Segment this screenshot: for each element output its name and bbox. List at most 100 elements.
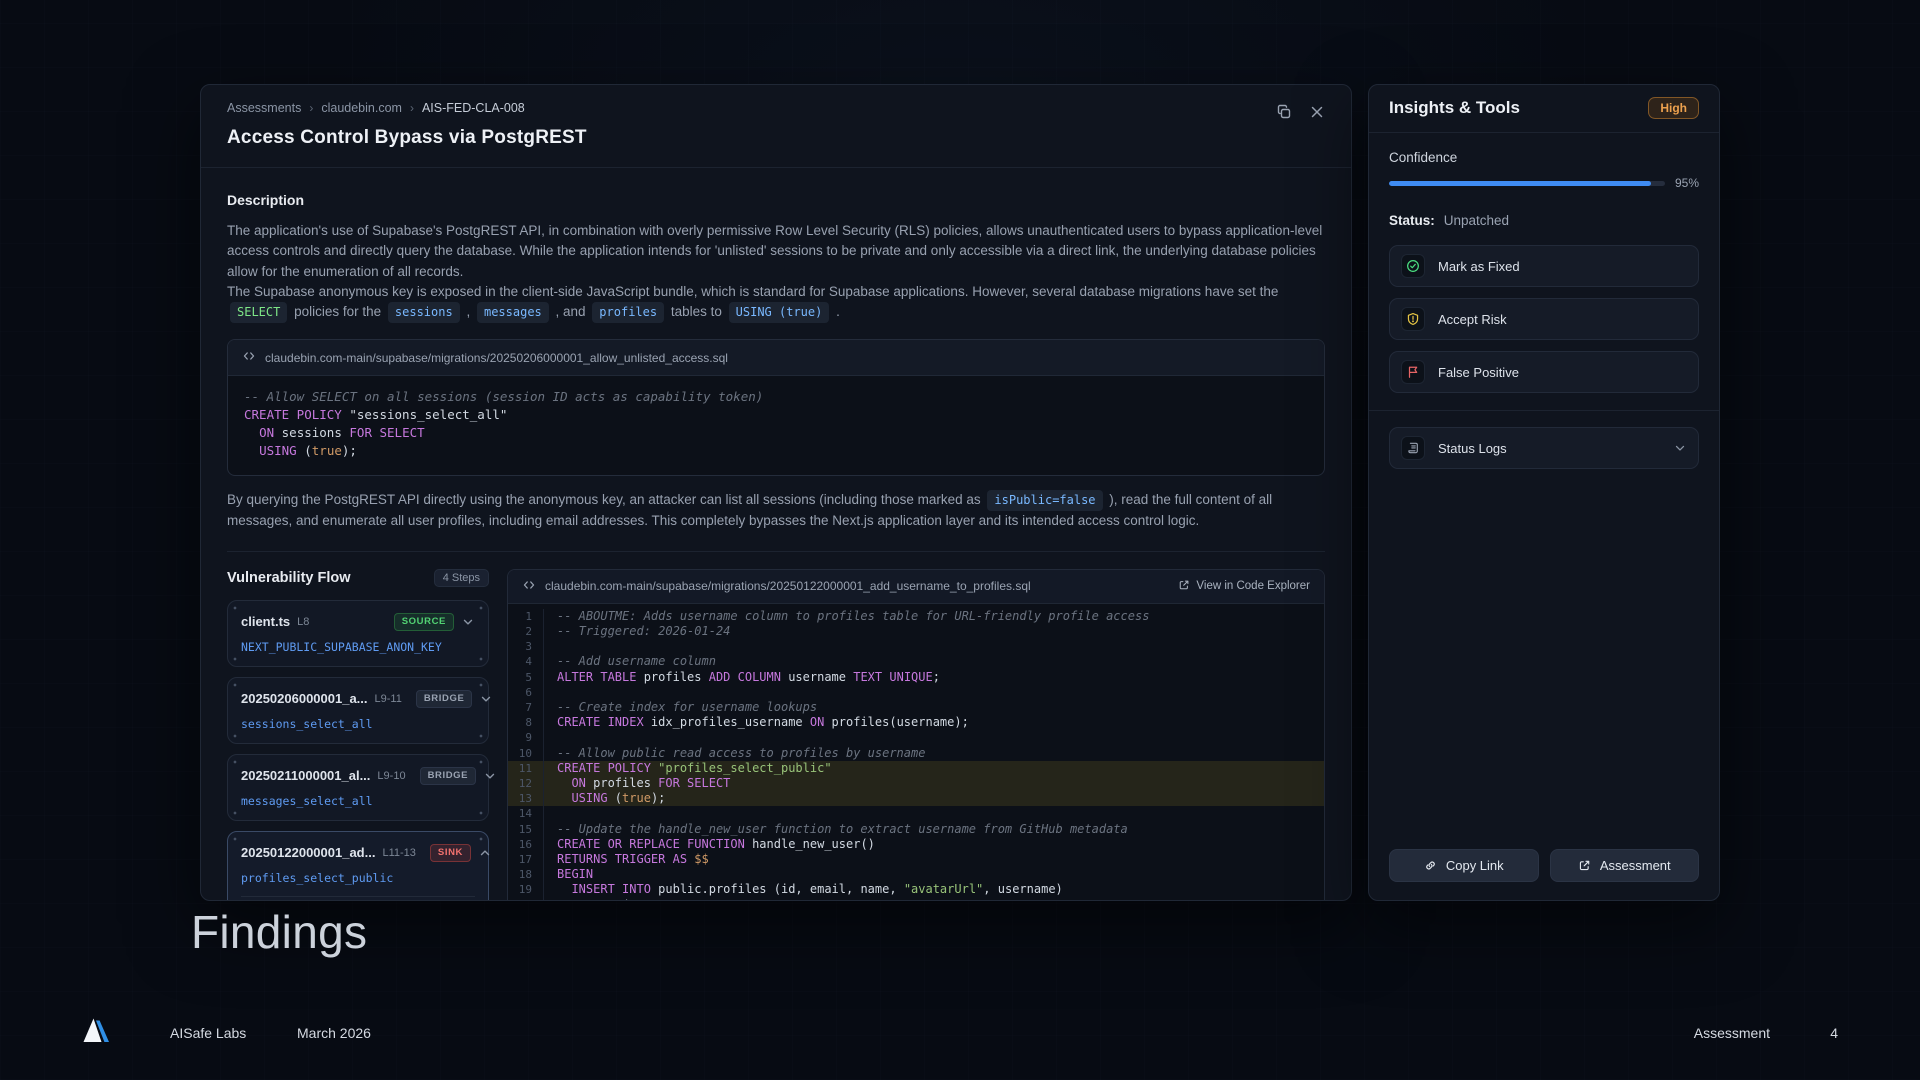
code-text: CREATE POLICY "profiles_select_public" bbox=[557, 761, 1324, 776]
code-text bbox=[557, 639, 1324, 654]
flow-step-identifier: sessions_select_all bbox=[241, 717, 475, 731]
flow-step-identifier: messages_select_all bbox=[241, 794, 475, 808]
breadcrumb-item-project[interactable]: claudebin.com bbox=[321, 101, 402, 115]
code-line: ON sessions FOR SELECT bbox=[244, 424, 1308, 442]
breadcrumb-separator: › bbox=[309, 101, 313, 115]
flow-step-card[interactable]: 20250122000001_ad...L11-13SINK profiles_s… bbox=[227, 831, 489, 900]
shield-alert-icon bbox=[1401, 307, 1425, 331]
code-text: BEGIN bbox=[557, 867, 1324, 882]
flow-step-file: 20250206000001_a... bbox=[241, 691, 368, 706]
code-text: CREATE INDEX idx_profiles_username ON pr… bbox=[557, 715, 1324, 730]
flow-step-card[interactable]: 20250206000001_a...L9-11BRIDGEsessions_s… bbox=[227, 677, 489, 744]
status-actions: Mark as Fixed Accept Risk False Positive bbox=[1389, 245, 1699, 393]
description-paragraph: By querying the PostgREST API directly u… bbox=[227, 490, 1325, 531]
code-text: USING (true); bbox=[557, 791, 1324, 806]
flow-step-line-ref: L9-10 bbox=[377, 770, 405, 782]
code-line: 14 bbox=[508, 806, 1324, 821]
chevron-up-icon[interactable] bbox=[478, 846, 492, 860]
flow-step-identifier: profiles_select_public bbox=[241, 871, 475, 885]
code-line: 19 INSERT INTO public.profiles (id, emai… bbox=[508, 882, 1324, 897]
code-line: 6 bbox=[508, 685, 1324, 700]
code-text: -- ABOUTME: Adds username column to prof… bbox=[557, 609, 1324, 624]
false-positive-button[interactable]: False Positive bbox=[1389, 351, 1699, 393]
view-in-code-explorer-link[interactable]: View in Code Explorer bbox=[1178, 579, 1310, 594]
assessment-button[interactable]: Assessment bbox=[1550, 849, 1700, 882]
code-file-path: claudebin.com-main/supabase/migrations/2… bbox=[545, 579, 1031, 593]
chevron-down-icon[interactable] bbox=[483, 769, 497, 783]
code-text: ON sessions FOR SELECT bbox=[244, 425, 425, 440]
vulnerability-flow-heading: Vulnerability Flow bbox=[227, 570, 351, 586]
footer-doc-type: Assessment bbox=[1694, 1025, 1770, 1041]
status-logs-label: Status Logs bbox=[1438, 441, 1507, 456]
text-segment: , and bbox=[552, 304, 590, 319]
code-text: -- Create index for username lookups bbox=[557, 700, 1324, 715]
finding-title: Access Control Bypass via PostgREST bbox=[227, 127, 587, 149]
assessment-label: Assessment bbox=[1600, 858, 1671, 873]
flow-step-card[interactable]: client.tsL8SOURCENEXT_PUBLIC_SUPABASE_AN… bbox=[227, 600, 489, 667]
chevron-down-icon[interactable] bbox=[461, 615, 475, 629]
copy-link-button[interactable]: Copy Link bbox=[1389, 849, 1539, 882]
confidence-value: 95% bbox=[1675, 176, 1699, 190]
code-line: 15-- Update the handle_new_user function… bbox=[508, 822, 1324, 837]
code-line: -- Allow SELECT on all sessions (session… bbox=[244, 388, 1308, 406]
line-number: 14 bbox=[508, 806, 544, 821]
line-number: 12 bbox=[508, 776, 544, 791]
line-number: 5 bbox=[508, 670, 544, 685]
inline-code-chip: sessions bbox=[388, 302, 460, 323]
description-paragraph: The application's use of Supabase's Post… bbox=[227, 221, 1325, 282]
external-link-icon bbox=[1178, 579, 1190, 594]
line-number: 7 bbox=[508, 700, 544, 715]
accept-risk-button[interactable]: Accept Risk bbox=[1389, 298, 1699, 340]
line-number: 3 bbox=[508, 639, 544, 654]
inline-code-chip: USING (true) bbox=[729, 302, 830, 323]
code-text: CREATE POLICY "sessions_select_all" bbox=[244, 407, 507, 422]
line-number: 6 bbox=[508, 685, 544, 700]
finding-header: Assessments › claudebin.com › AIS-FED-CL… bbox=[201, 85, 1351, 168]
text-segment: policies for the bbox=[290, 304, 385, 319]
breadcrumb-item-assessments[interactable]: Assessments bbox=[227, 101, 301, 115]
footer-brand: AISafe Labs bbox=[170, 1025, 246, 1041]
code-text: -- Triggered: 2026-01-24 bbox=[557, 624, 1324, 639]
flow-step-file: 20250211000001_al... bbox=[241, 768, 370, 783]
vulnerability-flow-header: Vulnerability Flow 4 Steps bbox=[227, 569, 489, 587]
code-text: ALTER TABLE profiles ADD COLUMN username… bbox=[557, 670, 1324, 685]
flow-step-badge: BRIDGE bbox=[420, 767, 477, 785]
line-number: 10 bbox=[508, 746, 544, 761]
flow-step-card[interactable]: 20250211000001_al... L9-10 BRIDGE messages_… bbox=[227, 754, 489, 821]
flow-step-header: 20250122000001_ad...L11-13SINK bbox=[241, 844, 475, 862]
flow-step-line-ref: L8 bbox=[297, 616, 309, 628]
chevron-down-icon[interactable] bbox=[479, 692, 493, 706]
finding-detail-card: Assessments › claudebin.com › AIS-FED-CL… bbox=[200, 84, 1352, 901]
close-icon[interactable] bbox=[1309, 104, 1325, 120]
flow-step-line-ref: L9-11 bbox=[375, 693, 402, 705]
code-snippet-header: claudebin.com-main/supabase/migrations/2… bbox=[228, 340, 1324, 376]
code-text: USING (true); bbox=[244, 443, 357, 458]
code-line: 1-- ABOUTME: Adds username column to pro… bbox=[508, 609, 1324, 624]
chevron-down-icon bbox=[1673, 441, 1687, 455]
code-line: 3 bbox=[508, 639, 1324, 654]
line-number: 18 bbox=[508, 867, 544, 882]
copy-icon[interactable] bbox=[1276, 104, 1292, 120]
description-paragraph: The Supabase anonymous key is exposed in… bbox=[227, 282, 1325, 323]
code-viewer-content: 1-- ABOUTME: Adds username column to pro… bbox=[508, 604, 1324, 900]
sidebar-footer-actions: Copy Link Assessment bbox=[1389, 849, 1699, 882]
status-value: Unpatched bbox=[1444, 213, 1509, 228]
code-text: -- Allow public read access to profiles … bbox=[557, 746, 1324, 761]
flow-step-header: client.tsL8SOURCE bbox=[241, 613, 475, 631]
flow-step-file: client.ts bbox=[241, 614, 290, 629]
severity-badge: High bbox=[1648, 97, 1699, 119]
line-number: 15 bbox=[508, 822, 544, 837]
code-text: VALUES ( bbox=[557, 898, 1324, 900]
finding-header-actions bbox=[1276, 101, 1325, 120]
text-segment: The Supabase anonymous key is exposed in… bbox=[227, 284, 1278, 299]
code-text bbox=[557, 730, 1324, 745]
status-logs-toggle[interactable]: Status Logs bbox=[1389, 427, 1699, 469]
mark-as-fixed-button[interactable]: Mark as Fixed bbox=[1389, 245, 1699, 287]
insights-tools-header: Insights & Tools High bbox=[1369, 85, 1719, 133]
code-line: 7 -- Create index for username lookups bbox=[508, 700, 1324, 715]
slide-title: Findings bbox=[191, 905, 367, 959]
spacer bbox=[1389, 469, 1699, 849]
code-snippet-card: claudebin.com-main/supabase/migrations/2… bbox=[227, 339, 1325, 476]
code-line: CREATE POLICY "sessions_select_all" bbox=[244, 406, 1308, 424]
code-text: -- Add username column bbox=[557, 654, 1324, 669]
